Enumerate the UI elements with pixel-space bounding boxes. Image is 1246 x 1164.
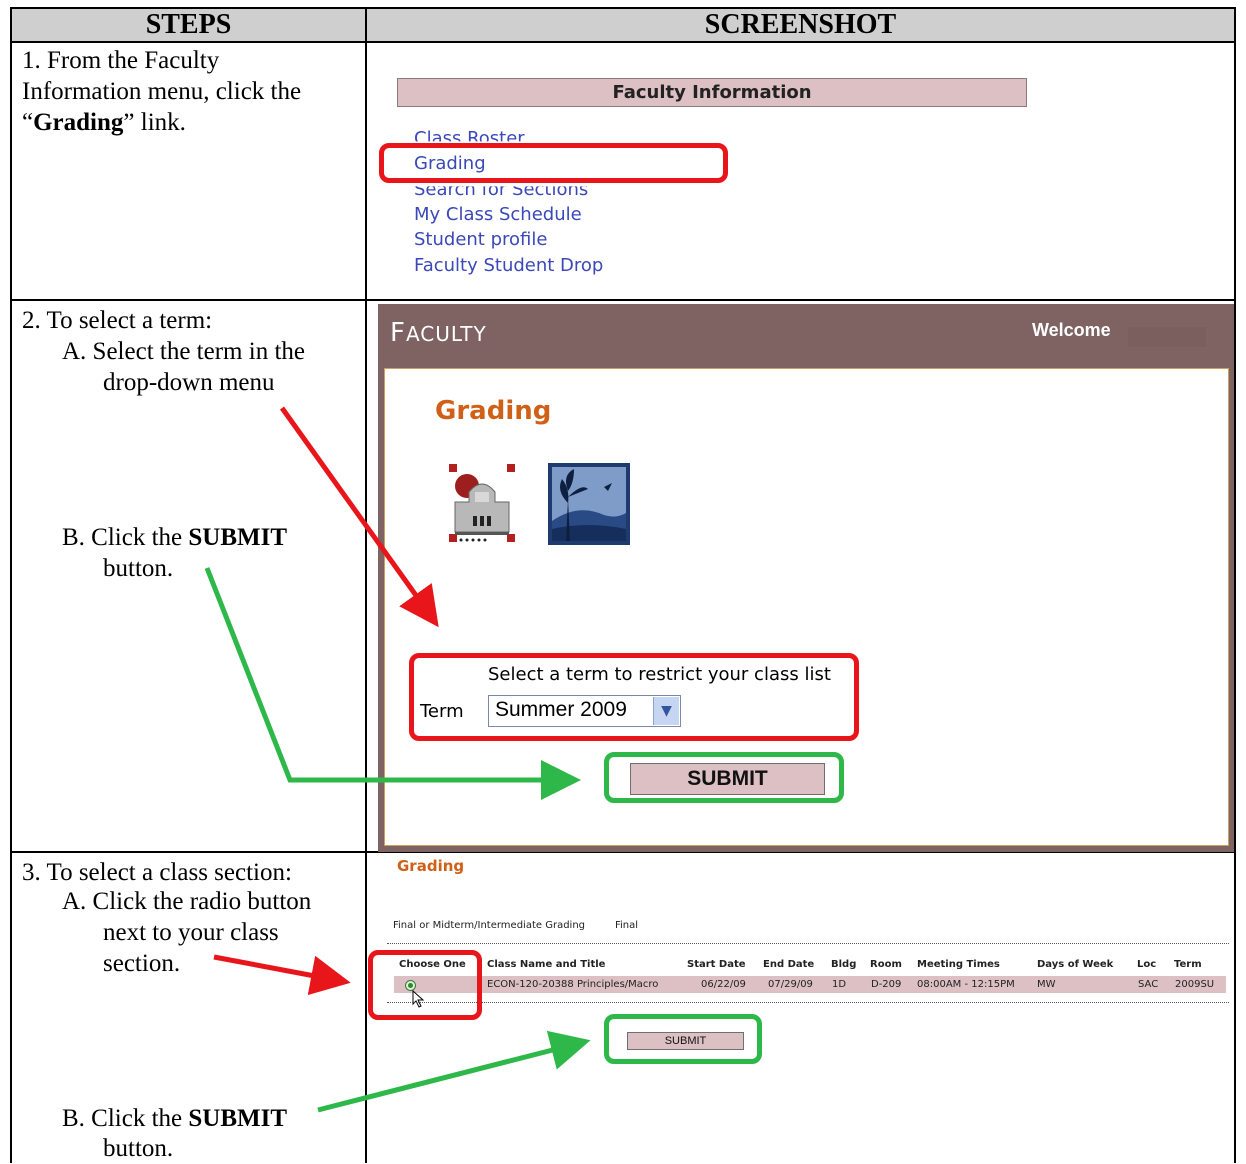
green-arrow-to-submit-term [204,567,581,800]
red-arrow-to-term [279,406,439,628]
green-arrow-to-submit-class [317,1030,591,1113]
annotation-arrows [204,406,591,1113]
red-arrow-to-radio [213,954,351,996]
